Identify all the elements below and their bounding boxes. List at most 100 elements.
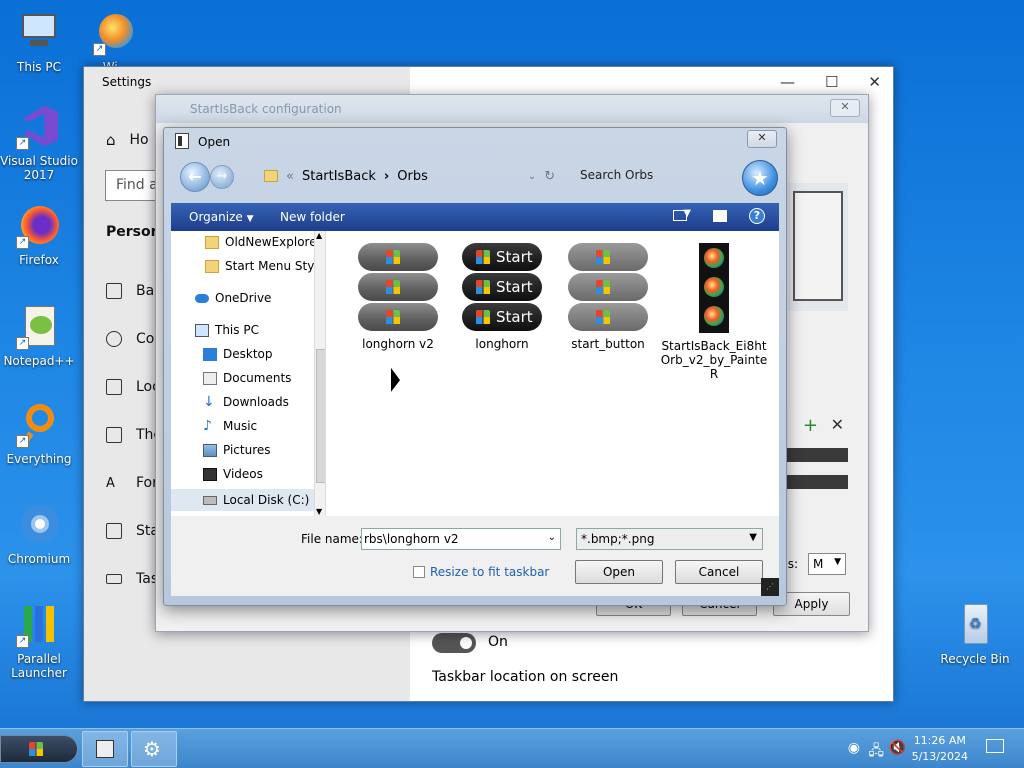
tray-app-icon[interactable]: ◉ [848, 740, 860, 756]
help-icon[interactable]: ? [749, 208, 765, 224]
maximize-icon[interactable]: ☐ [825, 73, 838, 91]
start-button[interactable] [0, 735, 78, 763]
nav-item-onedrive[interactable]: OneDrive [195, 291, 271, 305]
desktop-icon-parallel-launcher[interactable]: ↗ Parallel Launcher [0, 602, 78, 680]
nav-item-videos[interactable]: Videos [203, 467, 263, 481]
add-icon[interactable]: + [803, 415, 818, 436]
resize-checkbox[interactable]: Resize to fit taskbar [413, 565, 549, 579]
dialog-footer: File name: rbs\longhorn v2 ⌄ *.bmp;*.png… [171, 516, 779, 596]
nav-item-music[interactable]: ♪ Music [203, 417, 257, 434]
file-item-longhorn[interactable]: Start Start Start longhorn [450, 243, 554, 351]
nav-item-downloads[interactable]: ↓ Downloads [203, 393, 289, 410]
slider-track[interactable] [784, 448, 848, 462]
breadcrumb-orbs[interactable]: Orbs [397, 169, 428, 184]
open-button[interactable]: Open [575, 560, 663, 584]
search-input[interactable]: Search Orbs [580, 168, 653, 182]
search-icon: ↗ [16, 402, 62, 448]
organize-button[interactable]: Organize ▼ [189, 210, 254, 224]
windows-logo-icon [29, 742, 43, 756]
navigation-scrollbar[interactable]: ▲ ▼ [314, 231, 325, 516]
desktop-icon-recycle-bin[interactable]: ♻ Recycle Bin [936, 602, 1014, 666]
nav-item-oldnewexplorer[interactable]: OldNewExplorer [205, 235, 322, 249]
chevron-down-icon[interactable]: ⌄ [548, 532, 556, 543]
monitor-select[interactable]: M ▼ [808, 553, 846, 575]
settings-nav-themes[interactable]: The [106, 427, 162, 443]
back-button[interactable]: ← [180, 162, 210, 192]
settings-nav-fonts[interactable]: A For [106, 475, 158, 491]
preview-pane-icon[interactable] [713, 210, 727, 222]
windows-logo-icon [476, 250, 490, 264]
forward-button[interactable]: → [210, 165, 234, 189]
startisback-close-button[interactable]: ✕ [830, 99, 860, 117]
address-bar[interactable]: « StartIsBack › Orbs ⌄ ↻ [264, 163, 564, 189]
parallel-launcher-icon: ↗ [16, 602, 62, 648]
notification-icon[interactable] [986, 739, 1004, 753]
downloads-icon: ↓ [203, 393, 215, 410]
nav-item-desktop[interactable]: Desktop [203, 347, 273, 361]
favorites-star-icon[interactable]: ★ [742, 160, 778, 196]
network-icon[interactable]: 🖧 [868, 740, 884, 764]
nav-item-local-disk[interactable]: Local Disk (C:) [171, 489, 314, 511]
checkbox-icon[interactable] [413, 566, 425, 578]
desktop-icon-this-pc[interactable]: This PC [0, 10, 78, 74]
palette-icon [106, 331, 122, 347]
desktop-icon-browser[interactable]: ↗ Wi... [77, 10, 155, 74]
nav-item-documents[interactable]: Documents [203, 371, 291, 385]
new-folder-button[interactable]: New folder [280, 210, 345, 224]
remove-icon[interactable]: ✕ [831, 415, 844, 434]
desktop-icon-everything[interactable]: ↗ Everything [0, 402, 78, 466]
taskbar-toggle[interactable] [432, 633, 476, 653]
address-dropdown-icon[interactable]: ⌄ [528, 171, 536, 182]
settings-nav-taskbar[interactable]: Tas [106, 571, 158, 587]
resize-grip-icon[interactable]: ⋰ [761, 578, 779, 596]
file-type-select[interactable]: *.bmp;*.png ▼ [576, 528, 763, 550]
chevron-right-icon: › [383, 168, 390, 184]
file-item-start-button[interactable]: start_button [556, 243, 660, 351]
breadcrumb-overflow-icon[interactable]: « [286, 169, 294, 184]
desktop-icon-firefox[interactable]: ↗ Firefox [0, 203, 78, 267]
desktop-icon-chromium[interactable]: Chromium [0, 502, 78, 566]
breadcrumb-startisback[interactable]: StartIsBack [302, 169, 376, 184]
nav-item-pictures[interactable]: Pictures [203, 443, 271, 457]
settings-nav-colors[interactable]: Col [106, 331, 158, 347]
nav-item-start-menu-style[interactable]: Start Menu Style [205, 259, 325, 273]
settings-nav-start[interactable]: Sta [106, 523, 159, 539]
file-name: longhorn v2 [362, 337, 434, 351]
refresh-icon[interactable]: ↻ [544, 169, 555, 184]
computer-icon [16, 10, 62, 56]
clock[interactable]: 11:26 AM 5/13/2024 [912, 733, 968, 765]
windows-logo-icon [476, 280, 490, 294]
minimize-icon[interactable]: — [780, 73, 795, 91]
file-name: longhorn [475, 337, 529, 351]
videos-icon [203, 467, 217, 481]
nav-item-this-pc[interactable]: This PC [195, 323, 259, 337]
settings-nav-background[interactable]: Bac [106, 283, 162, 299]
chevron-down-icon[interactable]: ▼ [683, 208, 691, 219]
scroll-down-icon[interactable]: ▼ [316, 507, 322, 516]
close-icon[interactable]: ✕ [868, 73, 881, 91]
file-thumbnail [699, 243, 729, 333]
desktop-icon-visual-studio[interactable]: ↗ Visual Studio 2017 [0, 104, 78, 182]
command-bar: Organize ▼ New folder ▼ ? [171, 203, 779, 231]
taskbar-settings[interactable]: ⚙ [131, 731, 177, 767]
open-dialog[interactable]: Open ✕ ← → « StartIsBack › Orbs ⌄ ↻ Sear… [163, 127, 787, 606]
file-thumbnail [568, 243, 648, 331]
file-item-longhorn-v2[interactable]: longhorn v2 [346, 243, 450, 351]
chevron-down-icon: ▼ [834, 557, 841, 567]
scrollbar-thumb[interactable] [316, 349, 325, 483]
settings-home[interactable]: ⌂ Ho [106, 131, 149, 149]
visual-studio-icon: ↗ [16, 104, 62, 150]
taskbar-startisback[interactable] [82, 731, 128, 767]
desktop-icon-notepad[interactable]: ↗ Notepad++ [0, 304, 78, 368]
dialog-cancel-button[interactable]: Cancel [675, 560, 763, 584]
scroll-up-icon[interactable]: ▲ [316, 231, 322, 240]
volume-muted-icon[interactable]: 🔇 [889, 740, 906, 756]
startisback-title: StartIsBack configuration [156, 95, 868, 123]
dialog-app-icon [175, 133, 189, 149]
file-item-ei8ht-orb[interactable]: StartIsBack_Ei8htOrb_v2_by_PainteR [660, 243, 768, 381]
settings-nav-lock-screen[interactable]: Loc [106, 379, 160, 395]
open-dialog-close-button[interactable]: ✕ [747, 130, 777, 148]
music-icon: ♪ [203, 417, 212, 434]
file-name-input[interactable]: rbs\longhorn v2 ⌄ [361, 528, 561, 550]
slider-track[interactable] [784, 475, 848, 489]
